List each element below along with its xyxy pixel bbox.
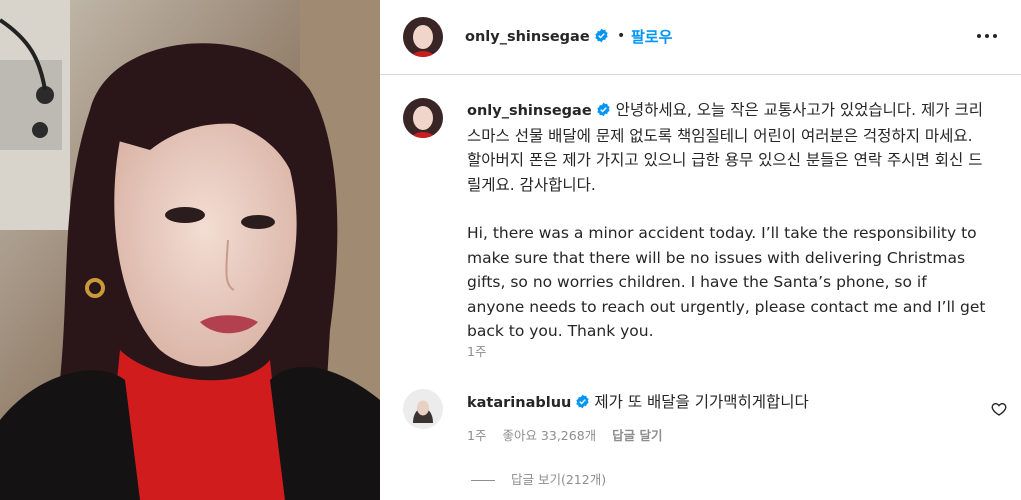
caption-username[interactable]: only_shinsegae [467, 102, 611, 119]
author-avatar[interactable] [403, 17, 443, 57]
more-options-button[interactable] [975, 26, 999, 46]
commenter-username-text[interactable]: katarinabluu [467, 395, 571, 411]
comment-text: katarinabluu 제가 또 배달을 기가맥히게합니다 [467, 390, 809, 412]
caption-username-text[interactable]: only_shinsegae [467, 103, 592, 119]
post-header: only_shinsegae • 팔로우 [380, 0, 1021, 75]
author-username-text[interactable]: only_shinsegae [465, 29, 590, 45]
comment-like-button[interactable] [991, 401, 1007, 417]
view-replies-label[interactable]: 답글 보기(212개) [511, 472, 606, 487]
instagram-post: only_shinsegae • 팔로우 only_shinsegae 안녕하세… [0, 0, 1021, 500]
comment-likes-count[interactable]: 좋아요 33,268개 [502, 428, 596, 443]
commenter-avatar-image [403, 389, 443, 429]
commenter-avatar[interactable] [403, 389, 443, 429]
comment-body: 제가 또 배달을 기가맥히게합니다 [594, 393, 809, 411]
caption-avatar-image [403, 98, 443, 138]
post-photo[interactable] [0, 0, 380, 500]
author-avatar-image [403, 17, 443, 57]
follow-button[interactable]: 팔로우 [631, 26, 672, 47]
heart-icon [991, 402, 1007, 416]
caption-english: Hi, there was a minor accident today. I’… [467, 224, 986, 340]
verified-badge-icon [596, 102, 610, 117]
separator-dot: • [617, 28, 626, 44]
caption-avatar[interactable] [403, 98, 443, 138]
caption-text: only_shinsegae 안녕하세요, 오늘 작은 교통사고가 있었습니다.… [467, 98, 987, 344]
comment-timestamp[interactable]: 1주 [467, 428, 486, 443]
replies-divider-line [471, 480, 495, 481]
post-photo-illustration [0, 0, 380, 500]
comment-meta: 1주 좋아요 33,268개 답글 달기 [467, 425, 675, 444]
verified-badge-icon [594, 28, 608, 43]
post-side-panel: only_shinsegae • 팔로우 only_shinsegae 안녕하세… [380, 0, 1021, 500]
commenter-username[interactable]: katarinabluu [467, 394, 590, 411]
verified-badge-icon [576, 394, 590, 409]
more-options-icon [977, 34, 997, 38]
view-replies-button[interactable]: 답글 보기(212개) [467, 469, 606, 488]
author-username[interactable]: only_shinsegae [465, 28, 609, 45]
caption-timestamp[interactable]: 1주 [467, 341, 486, 360]
reply-button[interactable]: 답글 달기 [612, 428, 662, 443]
